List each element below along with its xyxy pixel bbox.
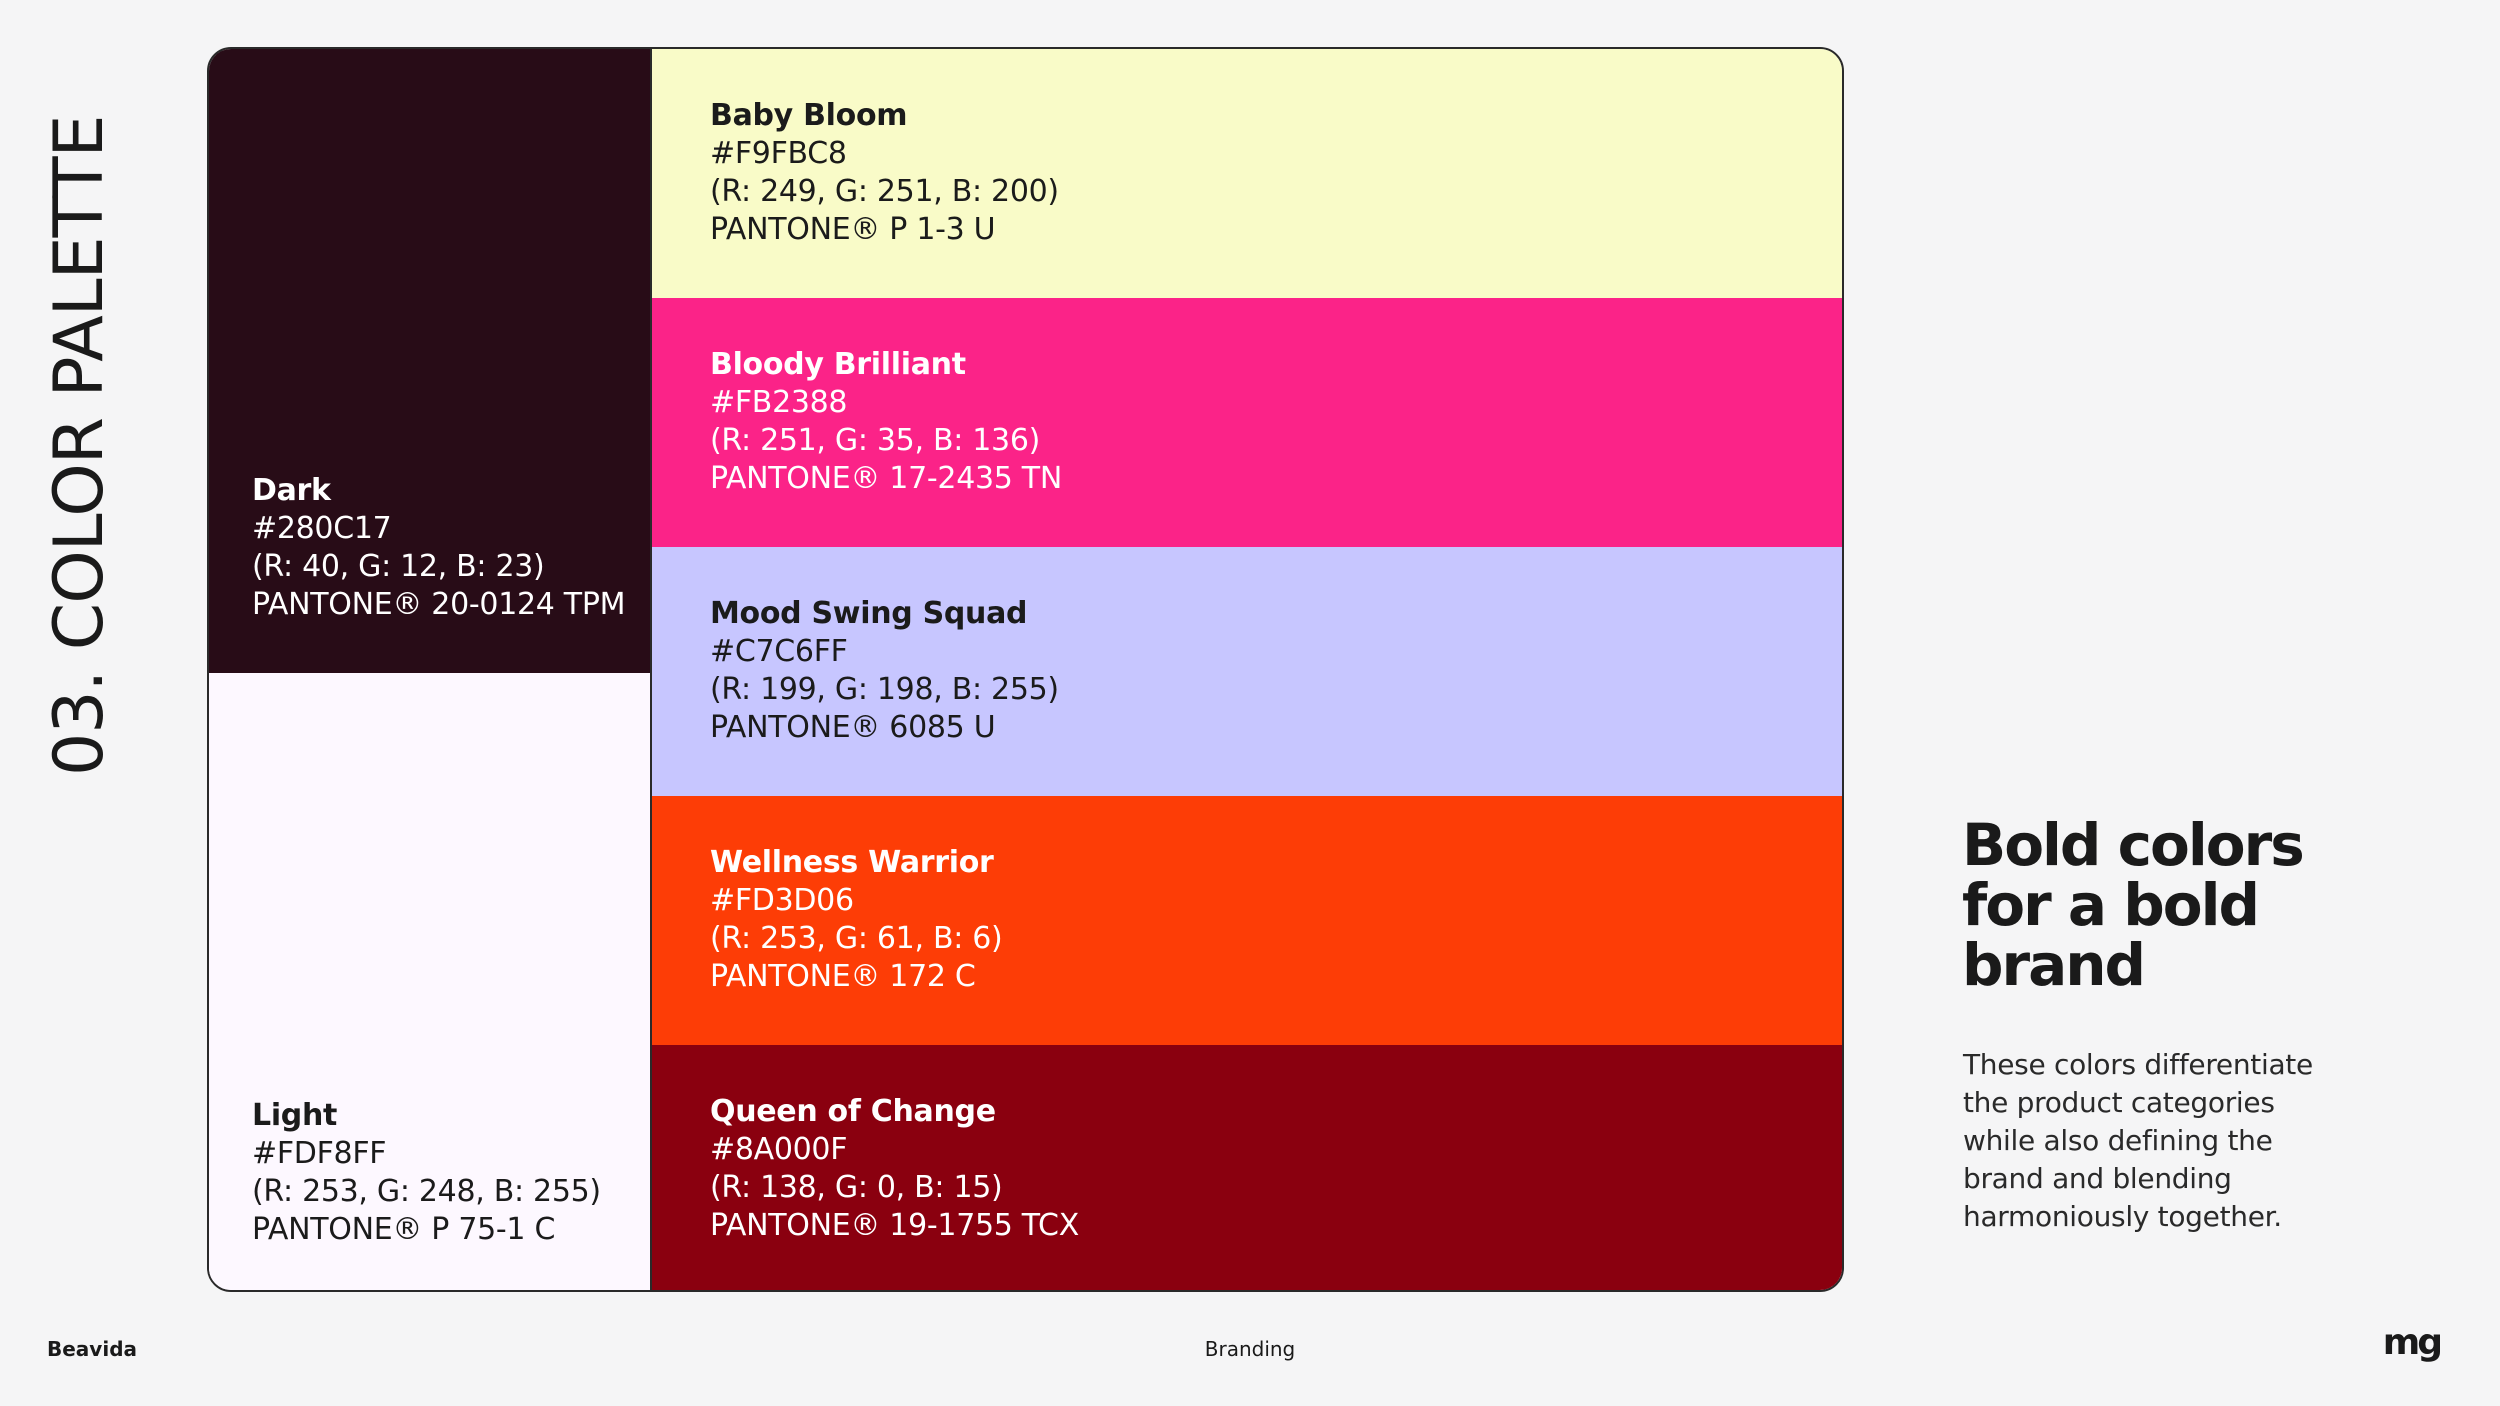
swatch-rgb: (R: 253, G: 61, B: 6) (710, 921, 1003, 956)
swatch-info: Queen of Change #8A000F (R: 138, G: 0, B… (710, 1093, 1079, 1245)
swatch-wellness-warrior: Wellness Warrior #FD3D06 (R: 253, G: 61,… (652, 796, 1842, 1045)
description-line: These colors differentiate (1963, 1048, 2313, 1081)
swatch-name: Baby Bloom (710, 98, 908, 133)
swatch-baby-bloom: Baby Bloom #F9FBC8 (R: 249, G: 251, B: 2… (652, 49, 1842, 298)
headline-line: Bold colors (1962, 811, 2305, 879)
swatch-pantone: PANTONE® P 1-3 U (710, 212, 996, 247)
headline-line: brand (1962, 931, 2146, 999)
accent-colors-column: Baby Bloom #F9FBC8 (R: 249, G: 251, B: 2… (652, 49, 1842, 1290)
description: These colors differentiate the product c… (1963, 1046, 2363, 1236)
swatch-rgb: (R: 251, G: 35, B: 136) (710, 423, 1041, 458)
swatch-name: Dark (252, 473, 331, 508)
swatch-info: Baby Bloom #F9FBC8 (R: 249, G: 251, B: 2… (710, 97, 1059, 249)
swatch-rgb: (R: 199, G: 198, B: 255) (710, 672, 1059, 707)
description-line: the product categories (1963, 1086, 2275, 1119)
swatch-light-info: Light #FDF8FF (R: 253, G: 248, B: 255) P… (252, 1097, 601, 1249)
swatch-light: Light #FDF8FF (R: 253, G: 248, B: 255) P… (209, 673, 650, 1290)
swatch-hex: #C7C6FF (710, 634, 848, 669)
swatch-hex: #FD3D06 (710, 883, 854, 918)
headline-line: for a bold (1962, 871, 2260, 939)
swatch-name: Light (252, 1098, 338, 1133)
swatch-info: Bloody Brilliant #FB2388 (R: 251, G: 35,… (710, 346, 1062, 498)
swatch-rgb: (R: 40, G: 12, B: 23) (252, 549, 545, 584)
swatch-dark-info: Dark #280C17 (R: 40, G: 12, B: 23) PANTO… (252, 472, 626, 624)
swatch-mood-swing-squad: Mood Swing Squad #C7C6FF (R: 199, G: 198… (652, 547, 1842, 796)
swatch-rgb: (R: 138, G: 0, B: 15) (710, 1170, 1003, 1205)
footer-section-label: Branding (1204, 1337, 1296, 1361)
swatch-pantone: PANTONE® 20-0124 TPM (252, 587, 626, 622)
swatch-name: Mood Swing Squad (710, 596, 1028, 631)
footer-logo: mg (2382, 1322, 2443, 1363)
base-colors-column: Dark #280C17 (R: 40, G: 12, B: 23) PANTO… (209, 49, 652, 1290)
swatch-dark: Dark #280C17 (R: 40, G: 12, B: 23) PANTO… (209, 49, 650, 673)
swatch-hex: #F9FBC8 (710, 136, 847, 171)
color-palette-panel: Dark #280C17 (R: 40, G: 12, B: 23) PANTO… (207, 47, 1844, 1292)
swatch-name: Bloody Brilliant (710, 347, 966, 382)
description-line: brand and blending (1963, 1162, 2232, 1195)
headline: Bold colors for a bold brand (1962, 815, 2442, 995)
swatch-rgb: (R: 253, G: 248, B: 255) (252, 1174, 601, 1209)
swatch-info: Mood Swing Squad #C7C6FF (R: 199, G: 198… (710, 595, 1059, 747)
swatch-info: Wellness Warrior #FD3D06 (R: 253, G: 61,… (710, 844, 1003, 996)
swatch-rgb: (R: 249, G: 251, B: 200) (710, 174, 1059, 209)
section-title: 03. COLOR PALETTE (40, 115, 119, 776)
footer-brand: Beavida (47, 1337, 138, 1361)
swatch-pantone: PANTONE® 172 C (710, 959, 976, 994)
swatch-name: Queen of Change (710, 1094, 996, 1129)
swatch-hex: #FB2388 (710, 385, 848, 420)
swatch-hex: #FDF8FF (252, 1136, 387, 1171)
swatch-pantone: PANTONE® 19-1755 TCX (710, 1208, 1079, 1243)
swatch-pantone: PANTONE® 6085 U (710, 710, 996, 745)
swatch-hex: #280C17 (252, 511, 392, 546)
swatch-pantone: PANTONE® P 75-1 C (252, 1212, 556, 1247)
description-line: harmoniously together. (1963, 1200, 2282, 1233)
swatch-queen-of-change: Queen of Change #8A000F (R: 138, G: 0, B… (652, 1045, 1842, 1290)
swatch-name: Wellness Warrior (710, 845, 994, 880)
description-line: while also defining the (1963, 1124, 2273, 1157)
swatch-hex: #8A000F (710, 1132, 848, 1167)
swatch-pantone: PANTONE® 17-2435 TN (710, 461, 1062, 496)
swatch-bloody-brilliant: Bloody Brilliant #FB2388 (R: 251, G: 35,… (652, 298, 1842, 547)
